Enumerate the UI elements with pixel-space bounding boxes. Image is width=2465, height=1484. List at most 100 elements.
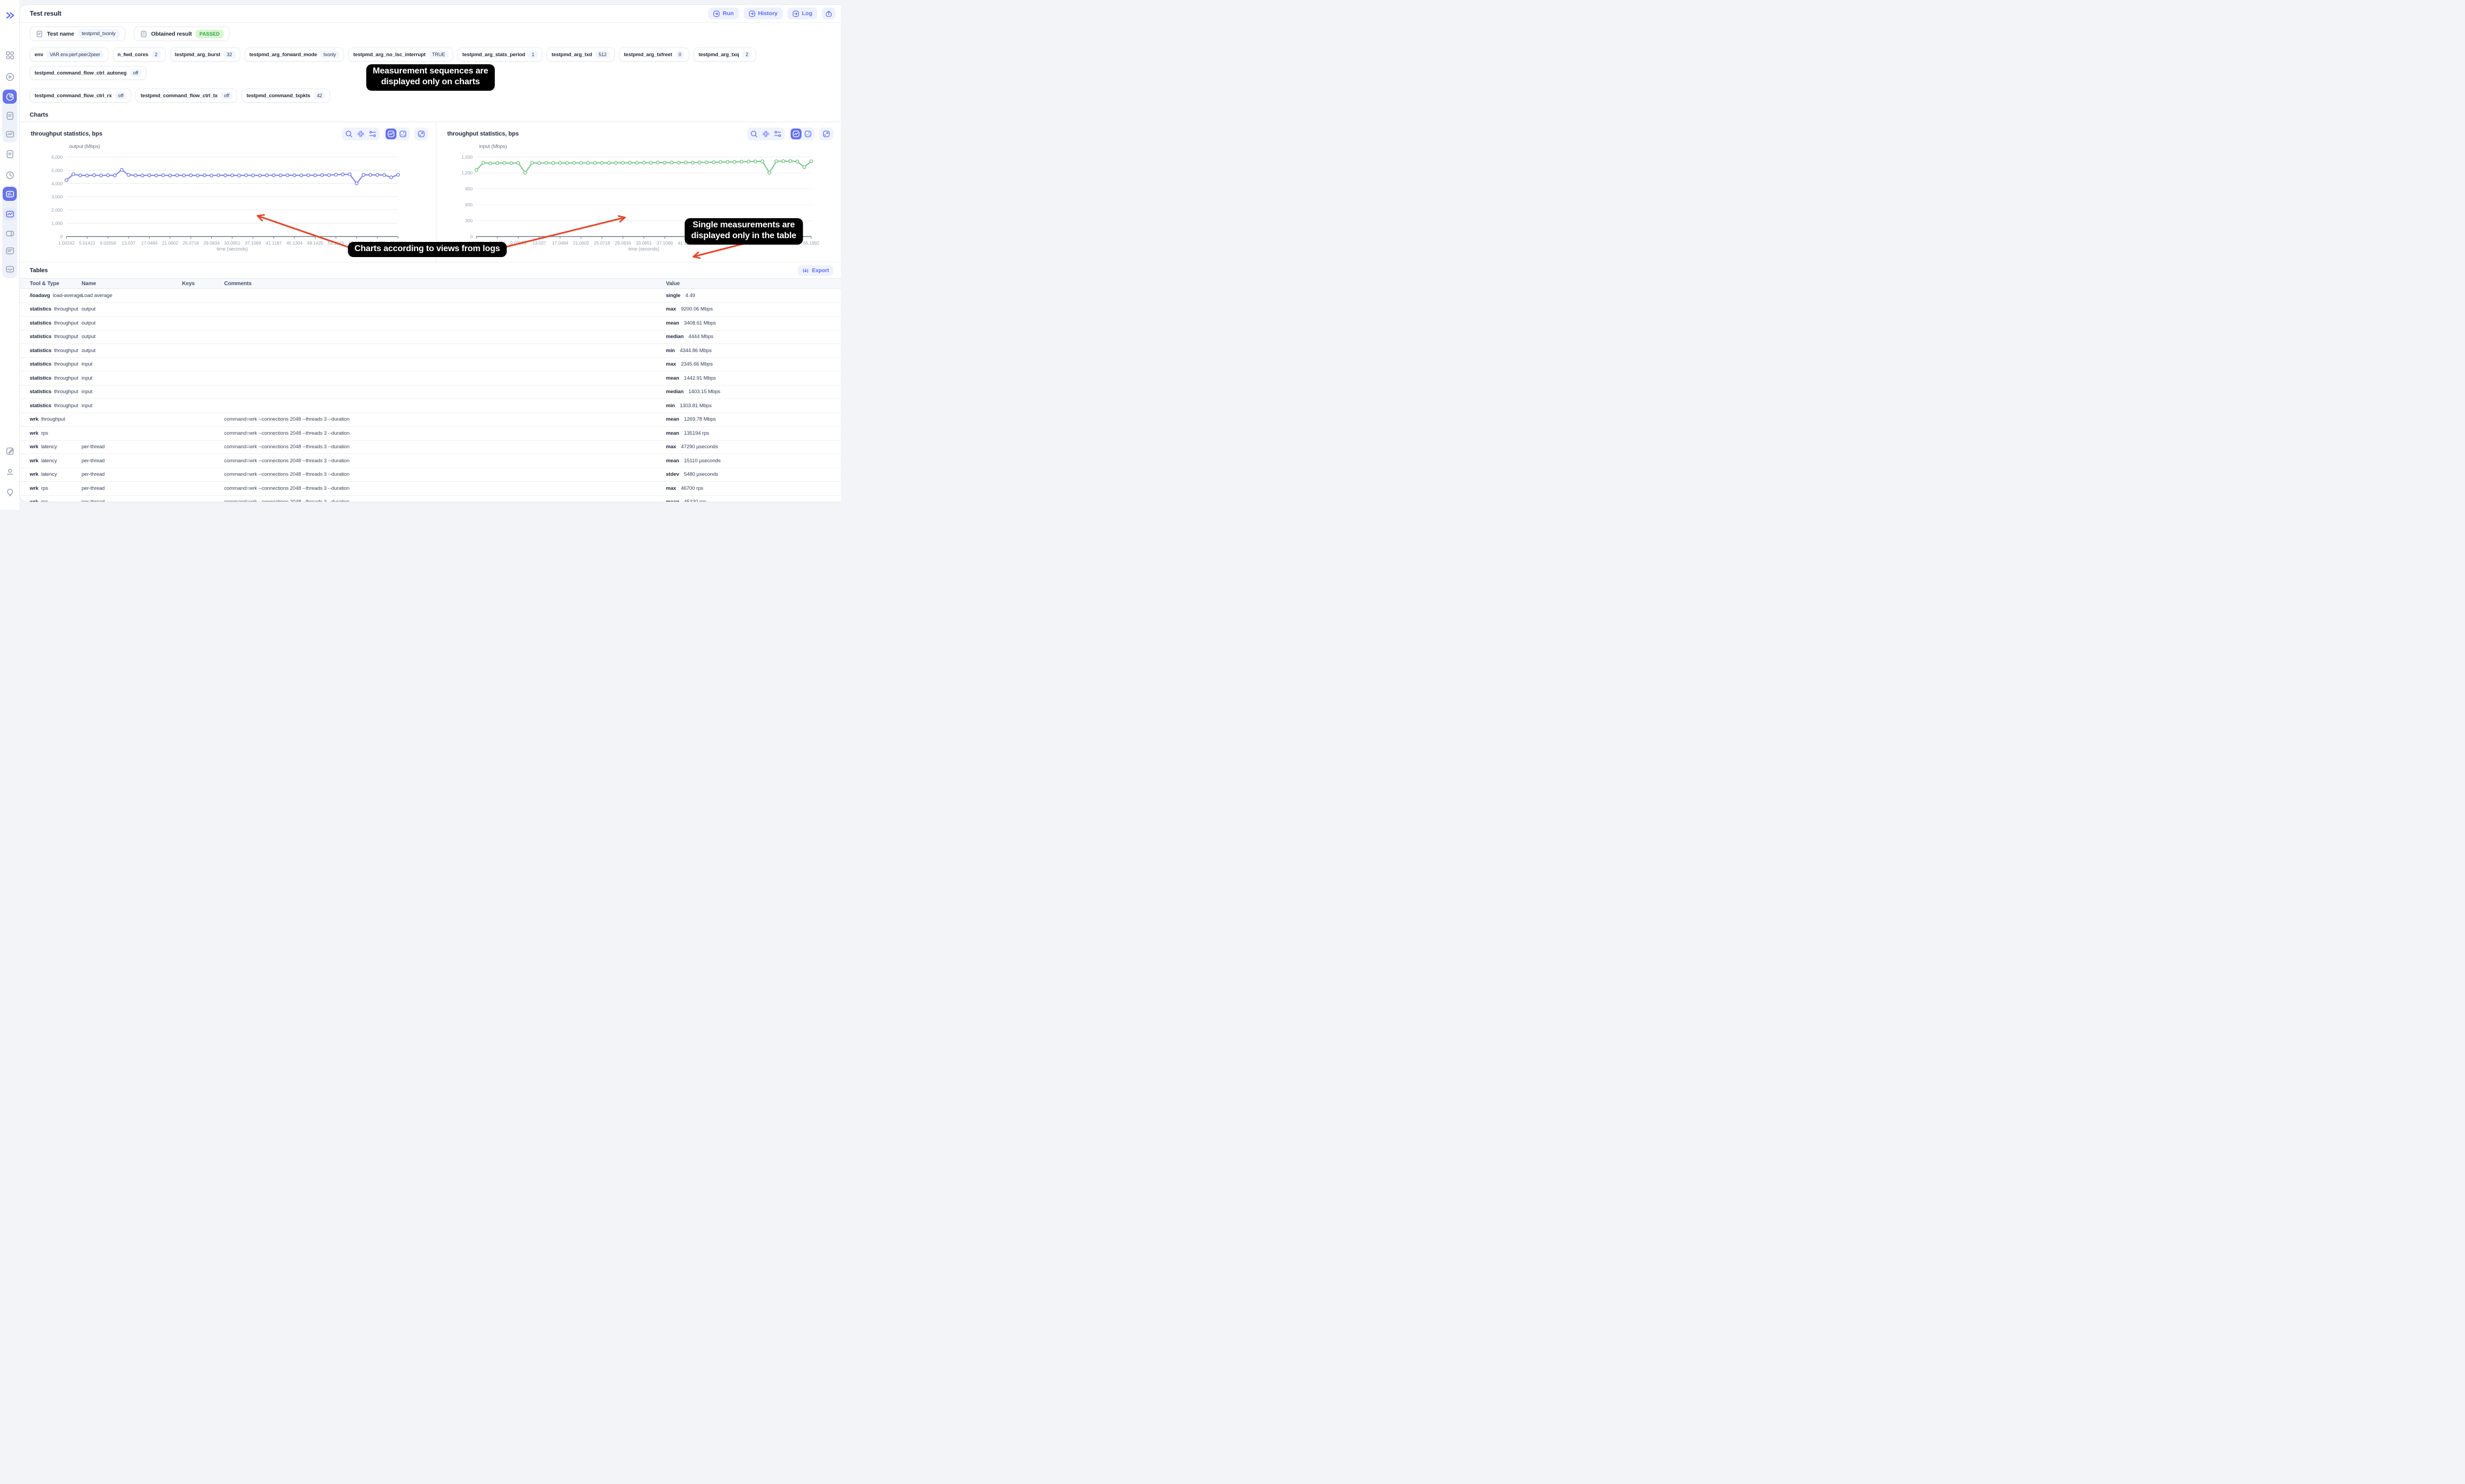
cell-name: input [82, 389, 182, 395]
share-button[interactable] [822, 8, 836, 19]
stat-value: 1403.15 Mbps [689, 389, 720, 395]
notes-list-icon[interactable] [3, 244, 16, 257]
svg-text:25.0718: 25.0718 [594, 240, 610, 246]
cell-tool-type: wrkthroughput [30, 416, 82, 422]
table-row: statisticsthroughputoutputmedian4444 Mbp… [20, 330, 841, 345]
table-row: wrklatencyper-threadcommand=wrk --connec… [20, 441, 841, 455]
test-name-label: Test name [47, 31, 74, 37]
column-header: Name [82, 281, 182, 287]
chart-reset-zoom-icon[interactable] [355, 129, 366, 139]
line-trend-icon[interactable] [3, 207, 16, 220]
chart-expand-group [819, 127, 833, 140]
chart-header: throughput statistics, bps [20, 122, 436, 140]
scatter-mode-icon[interactable] [398, 129, 408, 139]
pie-chart-icon[interactable] [3, 90, 17, 104]
table-row: wrkrpsper-threadcommand=wrk --connection… [20, 496, 841, 503]
run-button[interactable]: Run [708, 8, 738, 19]
cell-value: min1303.81 Mbps [666, 403, 841, 409]
param-label: n_fwd_cores [118, 52, 149, 58]
table-row: wrkrpscommand=wrk --connections 2048 --t… [20, 427, 841, 441]
param-label: env [35, 52, 43, 58]
line-mode-icon[interactable] [386, 129, 396, 139]
bar-chart-icon[interactable] [3, 187, 17, 201]
annotation-table-note: Single measurements are displayed only i… [685, 218, 803, 245]
param-badge: testpmd_arg_txq2 [693, 48, 756, 62]
param-badge: testpmd_arg_stats_period1 [457, 48, 542, 62]
svg-text:0: 0 [470, 234, 473, 239]
svg-text:29.0834: 29.0834 [615, 240, 631, 246]
cell-value: mean1269.78 Mbps [666, 416, 841, 422]
stat-label: mean [666, 458, 679, 464]
tool-type: throughput [54, 348, 78, 354]
tool-type: throughput [54, 361, 78, 367]
logs-document-icon[interactable] [3, 147, 16, 160]
chart-zoom-icon[interactable] [344, 129, 354, 139]
param-value: off [221, 92, 233, 99]
svg-text:900: 900 [465, 186, 473, 192]
param-badge: testpmd_command_flow_ctrl_tx off [136, 89, 237, 103]
stat-value: 46700 rps [681, 485, 703, 491]
trend-chart-icon[interactable] [3, 127, 16, 140]
compose-edit-icon[interactable] [3, 444, 16, 457]
chart-fullscreen-icon[interactable] [821, 129, 832, 139]
svg-text:1,000: 1,000 [51, 221, 63, 226]
layout-columns-icon[interactable] [3, 227, 16, 240]
tool-name: wrk [30, 458, 38, 464]
chart-reset-zoom-icon[interactable] [760, 129, 771, 139]
param-label: testpmd_command_flow_ctrl_tx [140, 93, 217, 99]
svg-text:2,000: 2,000 [51, 207, 63, 213]
stat-label: max [666, 444, 676, 450]
chart-zoom-icon[interactable] [749, 129, 759, 139]
cell-tool-type: statisticsthroughput [30, 361, 82, 367]
chart-settings-icon[interactable] [772, 129, 783, 139]
runs-play-icon[interactable] [3, 70, 16, 83]
report-document-icon[interactable] [3, 109, 16, 122]
svg-text:17.0484: 17.0484 [141, 240, 157, 246]
card-header: Test result Run History Log [20, 5, 841, 23]
column-header: Tool & Type [30, 281, 82, 287]
line-mode-icon[interactable] [791, 129, 802, 139]
log-button[interactable]: Log [787, 8, 817, 19]
wave-report-icon[interactable] [3, 262, 16, 275]
tool-name: wrk [30, 430, 38, 436]
param-label: testpmd_arg_burst [175, 52, 220, 58]
run-label: Run [723, 10, 733, 17]
history-button[interactable]: History [744, 8, 783, 19]
param-value: 1 [528, 51, 537, 58]
stat-label: min [666, 403, 675, 409]
param-label: testpmd_arg_txd [551, 52, 592, 58]
cell-tool-type: statisticsthroughput [30, 334, 82, 340]
ideas-bulb-icon[interactable] [3, 485, 16, 498]
svg-text:5,000: 5,000 [51, 167, 63, 173]
dashboard-grid-icon[interactable] [3, 49, 16, 62]
collapse-panel-icon[interactable] [3, 9, 16, 22]
cell-tool-type: statisticsthroughput [30, 375, 82, 381]
obtained-result-label: Obtained result [151, 31, 192, 37]
tool-type: throughput [54, 389, 78, 395]
annotation-charts-note: Measurement sequences are displayed only… [366, 64, 495, 91]
tool-type: throughput [54, 306, 78, 312]
table-row: statisticsthroughputoutputmax9200.06 Mbp… [20, 303, 841, 317]
tool-type: throughput [54, 334, 78, 340]
tool-name: wrk [30, 499, 38, 502]
chart-settings-icon[interactable] [367, 129, 378, 139]
cell-tool-type: statisticsthroughput [30, 320, 82, 326]
history-clock-icon[interactable] [3, 168, 16, 181]
svg-text:65.1892: 65.1892 [803, 240, 819, 246]
param-value: VAR.env.perf.peer2peer [46, 51, 104, 58]
export-button[interactable]: Export [798, 265, 833, 276]
param-value: TRUE [429, 51, 448, 58]
cell-name: output [82, 334, 182, 340]
table-row: statisticsthroughputinputmean1442.91 Mbp… [20, 372, 841, 386]
user-profile-icon[interactable] [3, 466, 16, 478]
cell-tool-type: statisticsthroughput [30, 306, 82, 312]
chart-fullscreen-icon[interactable] [416, 129, 427, 139]
param-value: 512 [595, 51, 610, 58]
stat-label: stdev [666, 471, 679, 477]
test-info-row: Test name testpmd_txonly Obtained result… [20, 23, 841, 43]
table-body: /loadavgload-averageLoad averagesingle4.… [20, 289, 841, 502]
svg-text:17.0484: 17.0484 [552, 240, 568, 246]
param-badge: testpmd_command_txpkts42 [241, 89, 330, 103]
svg-text:33.0951: 33.0951 [636, 240, 652, 246]
scatter-mode-icon[interactable] [803, 129, 813, 139]
